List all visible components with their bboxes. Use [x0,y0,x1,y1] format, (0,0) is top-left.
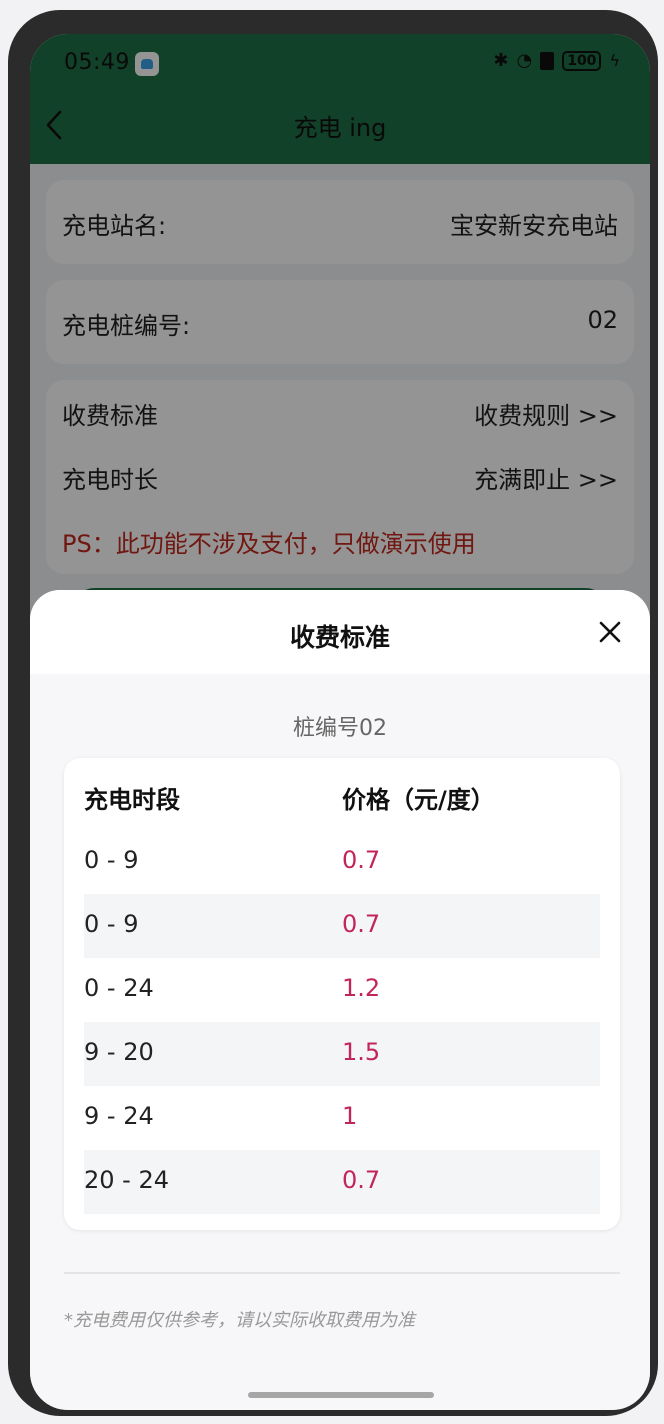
home-indicator[interactable] [248,1392,434,1398]
table-row: 0 - 24 1.2 [84,958,600,1022]
table-row: 9 - 20 1.5 [84,1022,600,1086]
row-period: 0 - 24 [84,974,154,1002]
phone-frame: 05:49 ✱ ◔ 100 ϟ 充电 ing 充电站名: 宝安新安充电站 充电桩… [8,10,658,1416]
row-price: 1 [342,1102,358,1130]
close-button[interactable] [596,618,624,646]
row-period: 0 - 9 [84,846,139,874]
row-price: 0.7 [342,846,381,874]
column-price: 价格（元/度） [342,786,495,814]
price-table: 充电时段 价格（元/度） 0 - 9 0.7 0 - 9 0.7 0 - 24 … [64,758,620,1230]
row-period: 9 - 20 [84,1038,154,1066]
table-row: 0 - 9 0.7 [84,830,600,894]
disclaimer-note: *充电费用仅供参考，请以实际收取费用为准 [64,1310,415,1331]
close-icon [599,621,621,643]
row-price: 1.2 [342,974,381,1002]
row-price: 0.7 [342,1166,381,1194]
table-header: 充电时段 价格（元/度） [84,776,600,816]
fee-standard-sheet: 收费标准 桩编号02 充电时段 价格（元/度） 0 - 9 0.7 0 - 9 … [30,590,650,1410]
row-period: 9 - 24 [84,1102,154,1130]
column-period: 充电时段 [84,786,180,814]
screen: 05:49 ✱ ◔ 100 ϟ 充电 ing 充电站名: 宝安新安充电站 充电桩… [30,34,650,1410]
sheet-title: 收费标准 [289,623,390,652]
row-period: 0 - 9 [84,910,139,938]
table-row: 0 - 9 0.7 [84,894,600,958]
pile-number: 桩编号02 [293,716,387,741]
row-price: 1.5 [342,1038,381,1066]
sheet-header: 收费标准 [30,590,650,674]
divider [64,1272,620,1274]
table-row: 20 - 24 0.7 [84,1150,600,1214]
table-row: 9 - 24 1 [84,1086,600,1150]
row-period: 20 - 24 [84,1166,169,1194]
row-price: 0.7 [342,910,381,938]
